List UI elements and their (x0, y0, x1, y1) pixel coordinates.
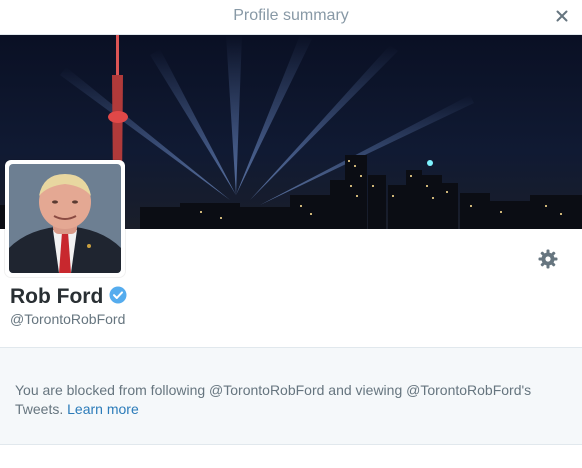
verified-badge-icon (109, 286, 127, 309)
modal-title: Profile summary (233, 7, 349, 24)
profile-name-row: Rob Ford (10, 285, 127, 309)
blocked-notice-text: You are blocked from following @TorontoR… (15, 381, 570, 419)
blocked-notice: You are blocked from following @TorontoR… (0, 347, 582, 445)
learn-more-link[interactable]: Learn more (67, 401, 139, 417)
close-icon[interactable] (554, 7, 570, 25)
profile-summary-modal: Profile summary Rob Ford @TorontoRobFord… (0, 0, 582, 468)
gear-icon[interactable] (537, 248, 559, 270)
profile-full-name[interactable]: Rob Ford (10, 285, 103, 309)
modal-header: Profile summary (0, 0, 582, 35)
profile-screen-name[interactable]: @TorontoRobFord (10, 311, 125, 327)
avatar[interactable] (5, 160, 125, 277)
